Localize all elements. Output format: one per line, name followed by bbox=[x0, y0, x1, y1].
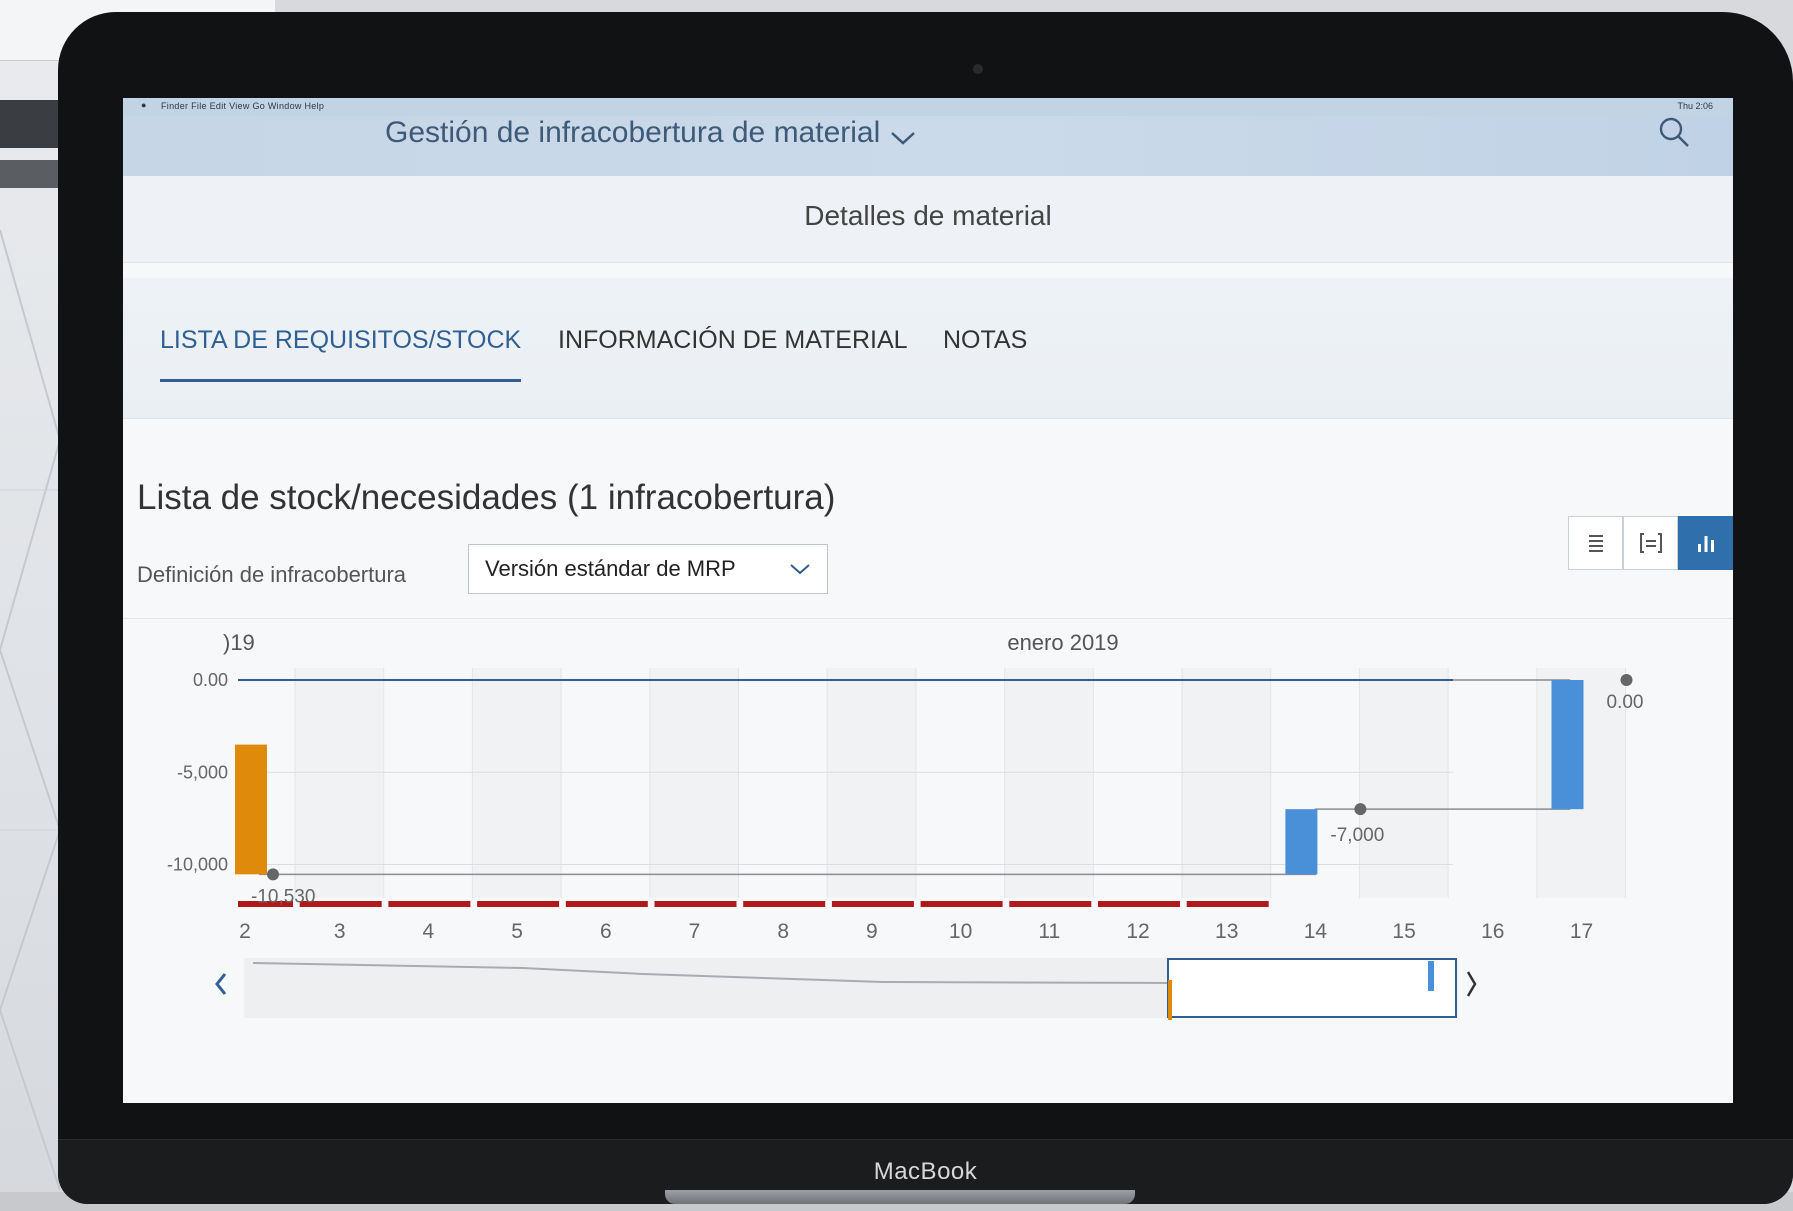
y-tick-label: -5,000 bbox=[177, 762, 228, 782]
overview-window bbox=[1167, 958, 1457, 1018]
x-tick-label: 12 bbox=[1126, 920, 1149, 943]
day-band bbox=[1359, 668, 1449, 898]
month-label: )19 bbox=[223, 630, 255, 655]
tab-material-info[interactable]: INFORMACIÓN DE MATERIAL bbox=[558, 326, 908, 379]
x-tick-label: 6 bbox=[600, 920, 612, 943]
x-tick-label: 11 bbox=[1038, 920, 1060, 943]
apple-icon[interactable]: ● bbox=[141, 100, 146, 110]
x-tick-label: 9 bbox=[866, 920, 878, 943]
y-tick-label: 0.00 bbox=[193, 670, 228, 690]
data-point bbox=[267, 868, 279, 881]
definition-label: Definición de infracobertura bbox=[137, 562, 407, 587]
section-title: Lista de stock/necesidades (1 infracober… bbox=[137, 478, 836, 517]
chart-bar bbox=[1285, 809, 1318, 875]
day-band bbox=[1182, 668, 1271, 898]
y-tick-label: -10,000 bbox=[167, 855, 228, 875]
brand-label: MacBook bbox=[873, 1158, 978, 1185]
menubar-clock: Thu 2:06 bbox=[1677, 101, 1713, 111]
divider bbox=[123, 618, 1733, 619]
tab-bar: LISTA DE REQUISITOS/STOCK INFORMACIÓN DE… bbox=[123, 278, 1733, 419]
tab-requirements-stock[interactable]: LISTA DE REQUISITOS/STOCK bbox=[160, 326, 522, 382]
detail-view-button[interactable] bbox=[1623, 516, 1678, 570]
chevron-left-icon[interactable] bbox=[215, 973, 227, 995]
screen: ● Finder File Edit View Go Window Help T… bbox=[123, 98, 1733, 1103]
bar-chart-icon bbox=[1697, 536, 1714, 552]
data-point bbox=[1354, 803, 1367, 816]
menubar-items[interactable]: Finder File Edit View Go Window Help bbox=[161, 101, 324, 111]
stock-chart: 0.00 -5,000 -10,000 )19 enero 2019 -10,530 -7,… bbox=[167, 630, 1644, 1020]
day-band bbox=[827, 668, 916, 898]
day-band bbox=[1004, 668, 1094, 898]
list-icon bbox=[1588, 535, 1603, 552]
x-tick-label: 15 bbox=[1392, 920, 1415, 943]
chart-bar bbox=[235, 744, 267, 875]
x-tick-label: 5 bbox=[511, 920, 523, 943]
definition-select[interactable]: Versión estándar de MRP bbox=[468, 544, 828, 594]
x-tick-label: 17 bbox=[1570, 920, 1593, 943]
shell-bar: Gestión de infracobertura de material bbox=[123, 116, 1733, 176]
data-label: 0.00 bbox=[1607, 692, 1644, 713]
chevron-down-icon bbox=[891, 132, 916, 145]
x-tick-label: 16 bbox=[1481, 920, 1504, 943]
data-point bbox=[1620, 674, 1633, 686]
x-tick-label: 10 bbox=[949, 920, 972, 943]
chevron-right-icon[interactable] bbox=[1466, 971, 1477, 997]
bracket-list-icon bbox=[1639, 533, 1662, 553]
definition-select-value: Versión estándar de MRP bbox=[485, 556, 736, 581]
object-header: Detalles de material bbox=[123, 176, 1733, 263]
data-label: -10,530 bbox=[251, 886, 315, 907]
x-tick-label: 13 bbox=[1215, 920, 1238, 943]
laptop-hinge bbox=[665, 1190, 1135, 1204]
chevron-down-icon bbox=[790, 564, 810, 575]
day-band bbox=[472, 668, 562, 898]
camera bbox=[973, 64, 983, 74]
os-menubar: ● Finder File Edit View Go Window Help T… bbox=[123, 98, 1733, 116]
app-title-label: Gestión de infracobertura de material bbox=[385, 116, 881, 149]
app-title[interactable]: Gestión de infracobertura de material bbox=[385, 116, 916, 150]
x-tick-label: 7 bbox=[689, 920, 701, 943]
overview-bar bbox=[1428, 961, 1434, 991]
x-tick-label: 2 bbox=[239, 920, 251, 943]
chart-bar bbox=[1551, 680, 1584, 810]
month-label: enero 2019 bbox=[1007, 630, 1118, 655]
chart-view-button[interactable] bbox=[1678, 516, 1733, 570]
data-label: -7,000 bbox=[1330, 825, 1384, 846]
page-subtitle: Detalles de material bbox=[804, 200, 1052, 231]
view-switcher bbox=[1568, 516, 1733, 570]
search-icon[interactable] bbox=[1657, 116, 1691, 150]
day-band bbox=[295, 668, 384, 898]
x-tick-label: 14 bbox=[1304, 920, 1328, 943]
x-tick-label: 4 bbox=[423, 920, 435, 943]
x-tick-label: 3 bbox=[334, 920, 346, 943]
day-band bbox=[649, 668, 739, 898]
x-tick-label: 8 bbox=[777, 920, 789, 943]
list-view-button[interactable] bbox=[1568, 516, 1623, 570]
overview-bar bbox=[1168, 980, 1172, 1020]
tab-notes[interactable]: NOTAS bbox=[943, 326, 1027, 379]
